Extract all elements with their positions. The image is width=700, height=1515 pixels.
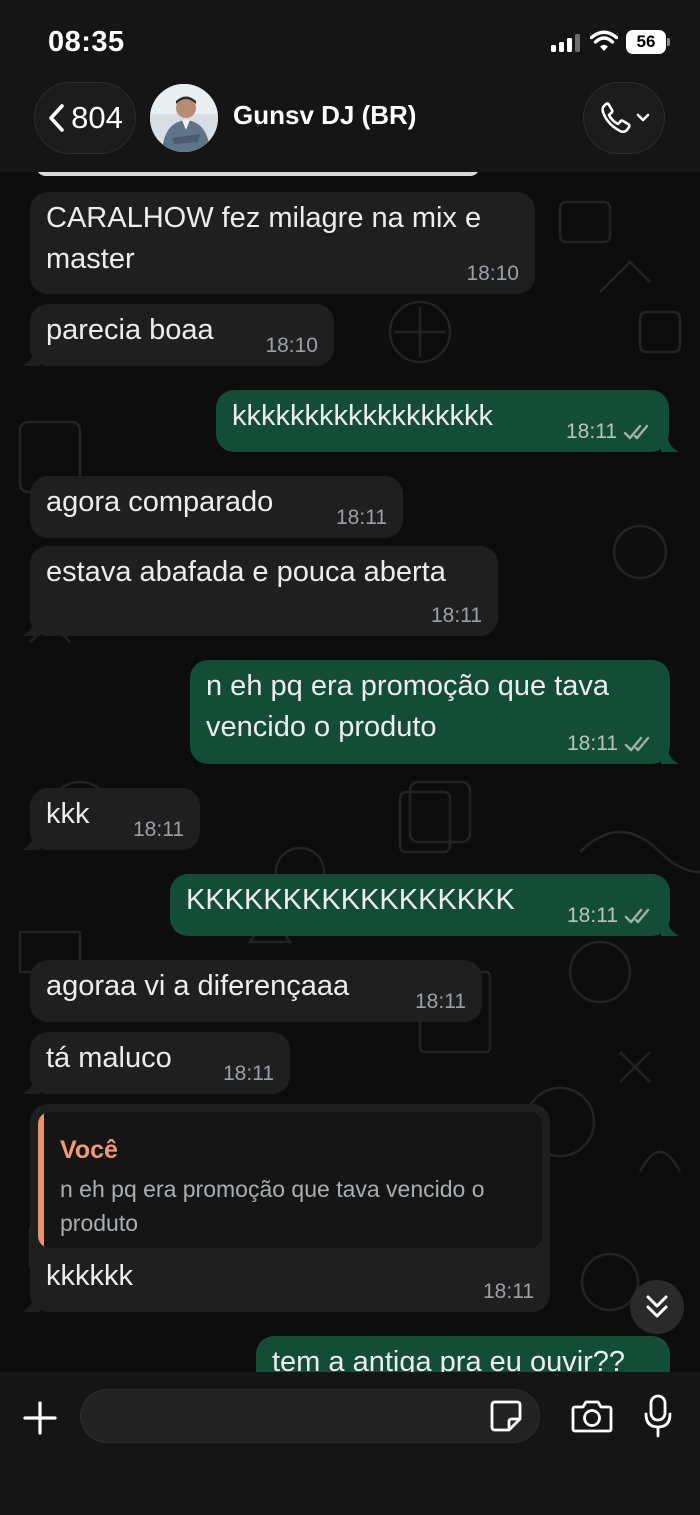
message-text: agora comparado	[46, 486, 274, 518]
message-text: parecia boaa	[46, 314, 214, 346]
message-time: 18:10	[265, 334, 318, 357]
message-time: 18:11	[415, 990, 466, 1013]
quoted-message[interactable]: Você n eh pq era promoção que tava venci…	[38, 1112, 542, 1248]
plus-icon[interactable]	[22, 1400, 58, 1436]
message-text: agoraa vi a diferençaaa	[46, 970, 350, 1002]
double-check-icon	[624, 908, 650, 924]
message-time: 18:11	[336, 506, 387, 529]
avatar-photo	[150, 84, 218, 152]
status-bar: 08:35 56	[0, 0, 700, 80]
message-outgoing[interactable]: tem a antiga pra eu ouvir??	[256, 1336, 670, 1372]
message-time: 18:11	[567, 732, 618, 755]
message-time: 18:10	[466, 262, 519, 285]
quote-author: Você	[60, 1136, 118, 1164]
battery-icon: 56	[626, 30, 670, 54]
message-time: 18:11	[567, 904, 618, 927]
double-check-icon	[624, 736, 650, 752]
message-text: tem a antiga pra eu ouvir??	[272, 1346, 626, 1372]
message-incoming[interactable]: CARALHOW fez milagre na mix e master 18:…	[30, 192, 535, 294]
message-incoming[interactable]: kkk 18:11	[30, 788, 200, 850]
message-meta: 18:11	[336, 506, 387, 530]
wifi-icon	[590, 30, 618, 51]
message-text: kkkkkk	[46, 1260, 133, 1292]
message-composer	[0, 1372, 700, 1515]
message-incoming[interactable]: parecia boaa 18:10	[30, 304, 334, 366]
cellular-signal-icon	[551, 34, 581, 52]
contact-avatar[interactable]	[150, 84, 218, 152]
double-chevron-down-icon	[646, 1295, 668, 1318]
microphone-icon[interactable]	[643, 1394, 673, 1438]
message-text: n eh pq era promoção que tava vencido o …	[206, 670, 610, 743]
bubble-tail	[22, 1292, 40, 1312]
message-meta: 18:10	[265, 334, 318, 358]
message-input[interactable]	[80, 1389, 540, 1443]
chat-messages-area[interactable]: CARALHOW fez milagre na mix e master 18:…	[0, 172, 700, 1372]
message-outgoing[interactable]: kkkkkkkkkkkkkkkkkk 18:11	[216, 390, 669, 452]
message-text: kkkkkkkkkkkkkkkkkk	[232, 400, 493, 432]
message-time: 18:11	[566, 420, 617, 443]
unread-count: 804	[71, 100, 123, 135]
message-meta: 18:11	[567, 732, 654, 756]
battery-level: 56	[626, 30, 666, 54]
quote-accent-bar	[38, 1112, 44, 1248]
sticker-icon[interactable]	[489, 1399, 523, 1433]
message-text: tá maluco	[46, 1042, 172, 1074]
message-incoming-reply[interactable]: Você n eh pq era promoção que tava venci…	[30, 1104, 550, 1312]
message-text: CARALHOW fez milagre na mix e master	[46, 202, 482, 275]
message-incoming[interactable]: estava abafada e pouca aberta 18:11	[30, 546, 498, 636]
contact-name[interactable]: Gunsv DJ (BR)	[233, 100, 416, 131]
phone-icon	[601, 102, 650, 134]
status-time: 08:35	[48, 26, 125, 58]
double-check-icon	[623, 424, 649, 440]
bubble-tail	[22, 346, 40, 366]
message-meta: 18:11	[415, 990, 466, 1014]
message-text: kkk	[46, 798, 90, 830]
message-outgoing[interactable]: n eh pq era promoção que tava vencido o …	[190, 660, 670, 764]
message-incoming[interactable]: agoraa vi a diferençaaa 18:11	[30, 960, 482, 1022]
message-meta: 18:11	[483, 1280, 534, 1304]
message-time: 18:11	[223, 1062, 274, 1085]
call-button[interactable]	[583, 82, 665, 154]
camera-icon[interactable]	[571, 1398, 613, 1434]
message-incoming[interactable]: tá maluco 18:11	[30, 1032, 290, 1094]
message-text: estava abafada e pouca aberta	[46, 556, 446, 588]
message-time: 18:11	[431, 604, 482, 627]
message-meta: 18:11	[223, 1062, 274, 1086]
bubble-tail	[22, 616, 40, 636]
message-meta: 18:10	[466, 262, 519, 286]
message-meta: 18:11	[431, 604, 482, 628]
message-outgoing[interactable]: KKKKKKKKKKKKKKKKK 18:11	[170, 874, 670, 936]
chevron-left-icon	[49, 104, 64, 132]
bubble-tail	[661, 432, 679, 452]
message-incoming[interactable]: agora comparado 18:11	[30, 476, 403, 538]
message-time: 18:11	[133, 818, 184, 841]
chat-header: 08:35 56 804 Gunsv DJ (BR)	[0, 0, 700, 172]
bubble-tail	[661, 744, 679, 764]
scroll-to-bottom-button[interactable]	[630, 1280, 684, 1334]
bubble-tail	[661, 916, 679, 936]
previous-message-edge	[36, 172, 480, 176]
bubble-tail	[22, 1074, 40, 1094]
message-text: KKKKKKKKKKKKKKKKK	[186, 884, 515, 916]
message-meta: 18:11	[133, 818, 184, 842]
message-meta: 18:11	[566, 420, 653, 444]
bubble-tail	[22, 830, 40, 850]
back-button[interactable]: 804	[34, 82, 136, 154]
message-meta: 18:11	[567, 904, 654, 928]
message-time: 18:11	[483, 1280, 534, 1303]
quote-text: n eh pq era promoção que tava vencido o …	[60, 1176, 485, 1236]
